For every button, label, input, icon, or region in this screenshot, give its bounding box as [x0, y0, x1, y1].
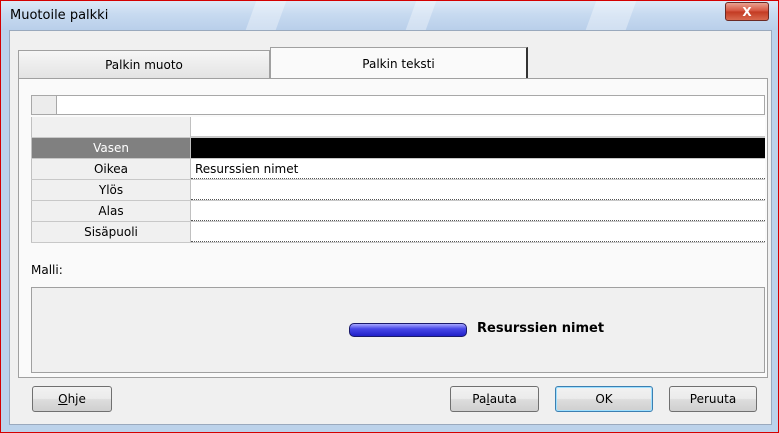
edit-field-cancel-cell[interactable]: [32, 96, 57, 114]
row-label: Sisäpuoli: [31, 222, 191, 242]
text-position-grid: Vasen Oikea Resurssien nimet Ylös Alas S…: [31, 117, 765, 243]
tab-bar-shape[interactable]: Palkin muoto: [18, 50, 270, 78]
dialog-body: Palkin muoto Palkin teksti Vasen Oikea R…: [9, 30, 772, 425]
grid-row-inside[interactable]: Sisäpuoli: [31, 222, 765, 243]
cancel-button[interactable]: Peruuta: [669, 386, 757, 412]
grid-header-value: [191, 117, 765, 137]
row-label: Ylös: [31, 180, 191, 200]
row-label: Vasen: [31, 138, 191, 158]
reset-label-suffix: auta: [489, 392, 517, 406]
tab-label: Palkin muoto: [105, 57, 183, 72]
help-button[interactable]: Ohje: [32, 386, 112, 412]
row-label: Oikea: [31, 159, 191, 179]
help-label-suffix: hje: [67, 392, 86, 406]
preview-bar-text: Resurssien nimet: [477, 321, 605, 336]
row-value[interactable]: [191, 138, 765, 158]
tab-strip: Palkin muoto Palkin teksti: [18, 39, 768, 80]
row-value[interactable]: [191, 222, 765, 242]
grid-header-label: [31, 117, 191, 137]
bar-text-panel: Vasen Oikea Resurssien nimet Ylös Alas S…: [18, 78, 768, 378]
grid-row-bottom[interactable]: Alas: [31, 201, 765, 222]
tab-bar-text[interactable]: Palkin teksti: [270, 47, 528, 80]
grid-row-right[interactable]: Oikea Resurssien nimet: [31, 159, 765, 180]
row-label: Alas: [31, 201, 191, 221]
preview-bar: [349, 323, 467, 337]
text-edit-field[interactable]: [31, 95, 765, 115]
ok-button[interactable]: OK: [555, 386, 653, 412]
dialog-title: Muotoile palkki: [10, 8, 109, 23]
close-button[interactable]: X: [725, 2, 769, 21]
preview-box: Resurssien nimet: [31, 287, 765, 373]
grid-row-top[interactable]: Ylös: [31, 180, 765, 201]
close-icon: X: [742, 4, 752, 19]
grid-header-row: [31, 117, 765, 138]
ok-label: OK: [595, 392, 613, 406]
tab-label: Palkin teksti: [362, 57, 435, 71]
row-value[interactable]: [191, 201, 765, 221]
row-value[interactable]: [191, 180, 765, 200]
title-bar[interactable]: Muotoile palkki X: [1, 1, 778, 30]
preview-label: Malli:: [31, 263, 63, 277]
row-value[interactable]: Resurssien nimet: [191, 159, 765, 179]
format-bar-dialog: Muotoile palkki X Palkin muoto Palkin te…: [0, 0, 779, 433]
cancel-label: Peruuta: [689, 392, 737, 406]
reset-label-prefix: Pa: [472, 392, 487, 406]
help-label-mnemonic: O: [58, 392, 68, 406]
grid-row-left[interactable]: Vasen: [31, 138, 765, 159]
reset-button[interactable]: Pa l auta: [450, 386, 539, 412]
